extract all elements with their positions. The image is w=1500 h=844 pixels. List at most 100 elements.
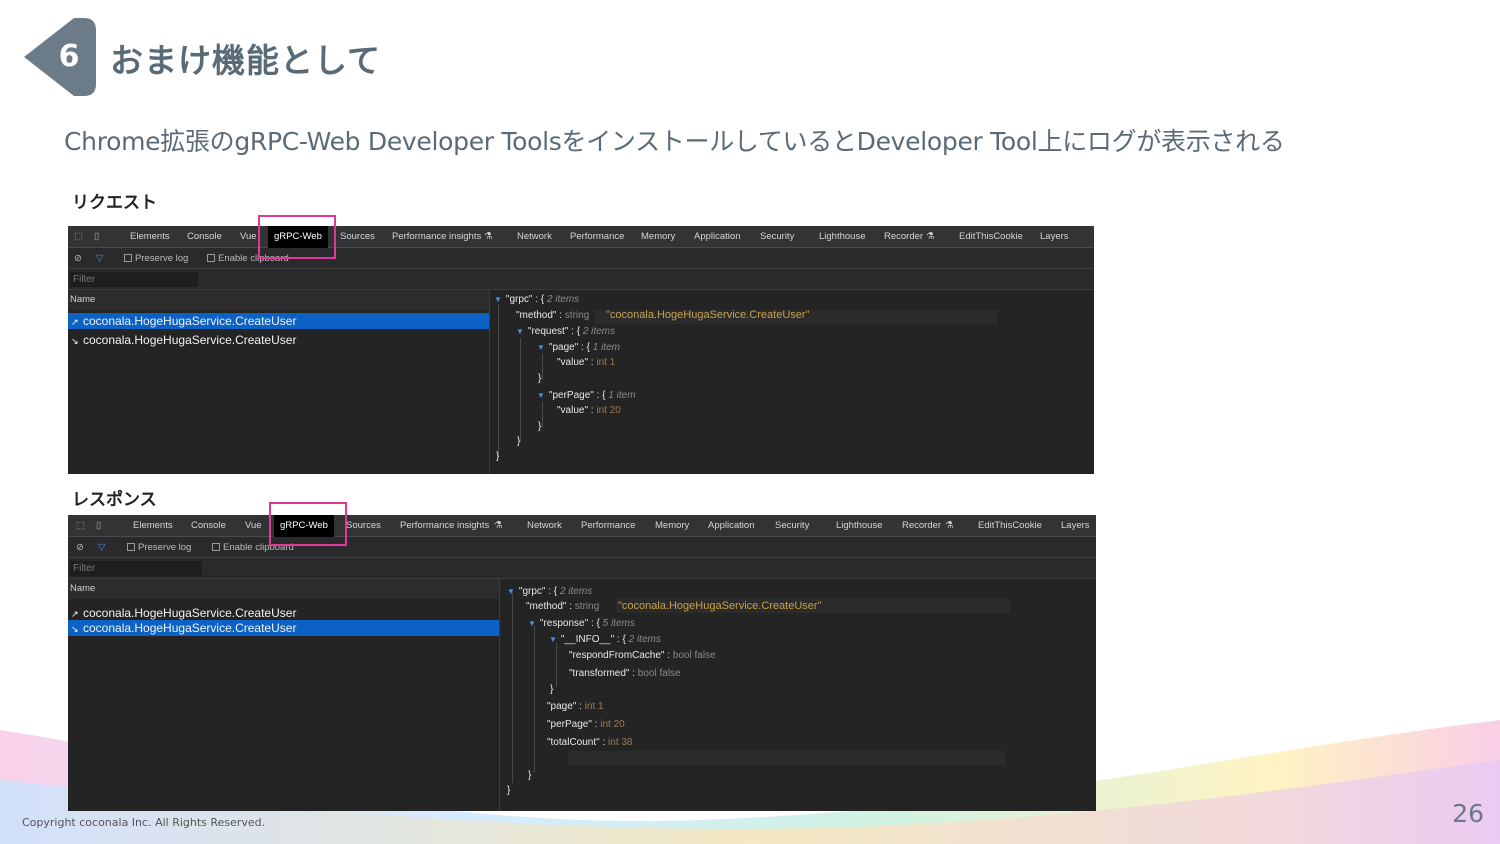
json-line-request[interactable]: ▼ "request" : { 2 items bbox=[516, 325, 615, 338]
json-line-page[interactable]: ▼ "page" : { 1 item bbox=[537, 341, 620, 354]
tab-elements[interactable]: Elements bbox=[133, 515, 173, 537]
tab-editthiscookie[interactable]: EditThisCookie bbox=[959, 226, 1023, 248]
name-column-header: Name bbox=[68, 579, 499, 599]
tree-guide bbox=[542, 354, 543, 380]
json-line-close: } bbox=[550, 684, 554, 695]
json-line-transformed[interactable]: "transformed" : bool false bbox=[569, 667, 681, 680]
grpc-tab-highlight-box bbox=[269, 502, 347, 546]
section-number: 6 bbox=[58, 39, 80, 74]
preserve-log-checkbox[interactable]: Preserve log bbox=[127, 537, 191, 558]
tab-memory[interactable]: Memory bbox=[641, 226, 675, 248]
tree-guide bbox=[498, 304, 499, 456]
json-line-response[interactable]: ▼ "response" : { 5 items bbox=[528, 617, 635, 630]
tab-vue[interactable]: Vue bbox=[245, 515, 262, 537]
tab-security[interactable]: Security bbox=[760, 226, 794, 248]
devtools-toolbar: ⊘ ▽ Preserve log Enable clipboard bbox=[68, 537, 1096, 558]
filter-input[interactable]: Filter bbox=[70, 272, 198, 287]
tab-performance[interactable]: Performance bbox=[581, 515, 635, 537]
tab-console[interactable]: Console bbox=[187, 226, 222, 248]
tab-editthiscookie[interactable]: EditThisCookie bbox=[978, 515, 1042, 537]
tree-guide bbox=[520, 338, 521, 442]
tab-console[interactable]: Console bbox=[191, 515, 226, 537]
tab-performance-insights[interactable]: Performance insights bbox=[392, 226, 481, 248]
json-line-page-value[interactable]: "value" : int 1 bbox=[557, 356, 615, 369]
json-line-perpage-value[interactable]: "value" : int 20 bbox=[557, 404, 621, 417]
json-tree-pane: ▼ "grpc" : { 2 items "method" : string "co… bbox=[500, 579, 1096, 811]
json-line-perpage[interactable]: "perPage" : int 20 bbox=[547, 718, 625, 731]
tab-vue[interactable]: Vue bbox=[240, 226, 257, 248]
tab-layers[interactable]: Layers bbox=[1040, 226, 1069, 248]
tab-lighthouse[interactable]: Lighthouse bbox=[836, 515, 882, 537]
tab-security[interactable]: Security bbox=[775, 515, 809, 537]
preserve-log-checkbox[interactable]: Preserve log bbox=[124, 248, 188, 269]
clear-icon[interactable]: ⊘ bbox=[76, 537, 84, 558]
json-line-close: } bbox=[538, 421, 542, 432]
json-line-respond-from-cache[interactable]: "respondFromCache" : bool false bbox=[569, 649, 716, 662]
inspect-icon[interactable]: ⬚ bbox=[76, 515, 85, 537]
request-heading: リクエスト bbox=[72, 193, 157, 213]
json-line-total-count[interactable]: "totalCount" : int 38 bbox=[547, 736, 633, 749]
slide-title: おまけ機能として bbox=[110, 41, 382, 80]
tab-elements[interactable]: Elements bbox=[130, 226, 170, 248]
incoming-arrow-icon: ↘ bbox=[71, 336, 79, 346]
incoming-arrow-icon: ↘ bbox=[71, 624, 79, 634]
flask-icon: ⚗ bbox=[494, 520, 503, 531]
request-list-pane: Name ↗ coconala.HogeHugaService.CreateUse… bbox=[68, 290, 490, 474]
json-line-method[interactable]: "method" : string "coconala.HogeHugaServi… bbox=[526, 600, 821, 613]
json-line-perpage[interactable]: ▼ "perPage" : { 1 item bbox=[537, 389, 636, 402]
tree-guide bbox=[556, 643, 557, 687]
request-list-pane: Name ↗ coconala.HogeHugaService.CreateUse… bbox=[68, 579, 500, 811]
clear-icon[interactable]: ⊘ bbox=[74, 248, 82, 269]
tab-layers[interactable]: Layers bbox=[1061, 515, 1090, 537]
tree-guide bbox=[512, 593, 513, 783]
request-row[interactable]: ↘ coconala.HogeHugaService.CreateUser bbox=[68, 620, 499, 636]
filter-icon[interactable]: ▽ bbox=[98, 537, 105, 558]
request-devtools-screenshot: ⬚ ▯ Elements Console Vue gRPC-Web Source… bbox=[68, 226, 1094, 474]
devtools-toolbar: ⊘ ▽ Preserve log Enable clipboard bbox=[68, 248, 1094, 269]
response-heading: レスポンス bbox=[72, 490, 157, 510]
json-line-close: } bbox=[496, 451, 500, 462]
slide: 6 おまけ機能として Chrome拡張のgRPC-Web Developer T… bbox=[0, 0, 1500, 844]
tab-memory[interactable]: Memory bbox=[655, 515, 689, 537]
inspect-icon[interactable]: ⬚ bbox=[74, 226, 83, 248]
flask-icon: ⚗ bbox=[945, 520, 954, 531]
tab-performance[interactable]: Performance bbox=[570, 226, 624, 248]
tree-guide bbox=[542, 402, 543, 428]
tab-recorder[interactable]: Recorder bbox=[902, 515, 941, 537]
tab-network[interactable]: Network bbox=[527, 515, 562, 537]
request-row[interactable]: ↗ coconala.HogeHugaService.CreateUser bbox=[68, 313, 489, 329]
empty-row-highlight bbox=[568, 751, 1006, 765]
flask-icon: ⚗ bbox=[926, 231, 935, 242]
json-line-info[interactable]: ▼ "__INFO__" : { 2 items bbox=[549, 633, 661, 646]
device-toggle-icon[interactable]: ▯ bbox=[94, 226, 99, 248]
slide-subtitle: Chrome拡張のgRPC-Web Developer Toolsをインストール… bbox=[64, 127, 1285, 156]
filter-row: Filter bbox=[68, 558, 1096, 579]
tab-application[interactable]: Application bbox=[708, 515, 754, 537]
tab-lighthouse[interactable]: Lighthouse bbox=[819, 226, 865, 248]
json-line-grpc[interactable]: ▼ "grpc" : { 2 items bbox=[507, 585, 592, 598]
filter-row: Filter bbox=[68, 269, 1094, 290]
json-line-close: } bbox=[507, 785, 511, 796]
json-line-close: } bbox=[517, 436, 521, 447]
filter-input[interactable]: Filter bbox=[70, 561, 202, 576]
request-row[interactable]: ↘ coconala.HogeHugaService.CreateUser bbox=[68, 332, 489, 348]
json-line-close: } bbox=[528, 770, 532, 781]
request-row[interactable]: ↗ coconala.HogeHugaService.CreateUser bbox=[68, 605, 499, 621]
name-column-header: Name bbox=[68, 290, 489, 310]
tab-application[interactable]: Application bbox=[694, 226, 740, 248]
json-line-grpc[interactable]: ▼ "grpc" : { 2 items bbox=[494, 293, 579, 306]
devtools-tabbar: ⬚ ▯ Elements Console Vue gRPC-Web Source… bbox=[68, 515, 1096, 537]
filter-icon[interactable]: ▽ bbox=[96, 248, 103, 269]
devtools-tabbar: ⬚ ▯ Elements Console Vue gRPC-Web Source… bbox=[68, 226, 1094, 248]
device-toggle-icon[interactable]: ▯ bbox=[96, 515, 101, 537]
json-line-page[interactable]: "page" : int 1 bbox=[547, 700, 604, 713]
json-line-method[interactable]: "method" : string "coconala.HogeHugaServi… bbox=[516, 309, 809, 322]
flask-icon: ⚗ bbox=[484, 231, 493, 242]
tab-network[interactable]: Network bbox=[517, 226, 552, 248]
tab-sources[interactable]: Sources bbox=[340, 226, 375, 248]
tab-recorder[interactable]: Recorder bbox=[884, 226, 923, 248]
tab-performance-insights[interactable]: Performance insights bbox=[400, 515, 489, 537]
tree-guide bbox=[534, 626, 535, 772]
json-line-close: } bbox=[538, 373, 542, 384]
tab-sources[interactable]: Sources bbox=[346, 515, 381, 537]
